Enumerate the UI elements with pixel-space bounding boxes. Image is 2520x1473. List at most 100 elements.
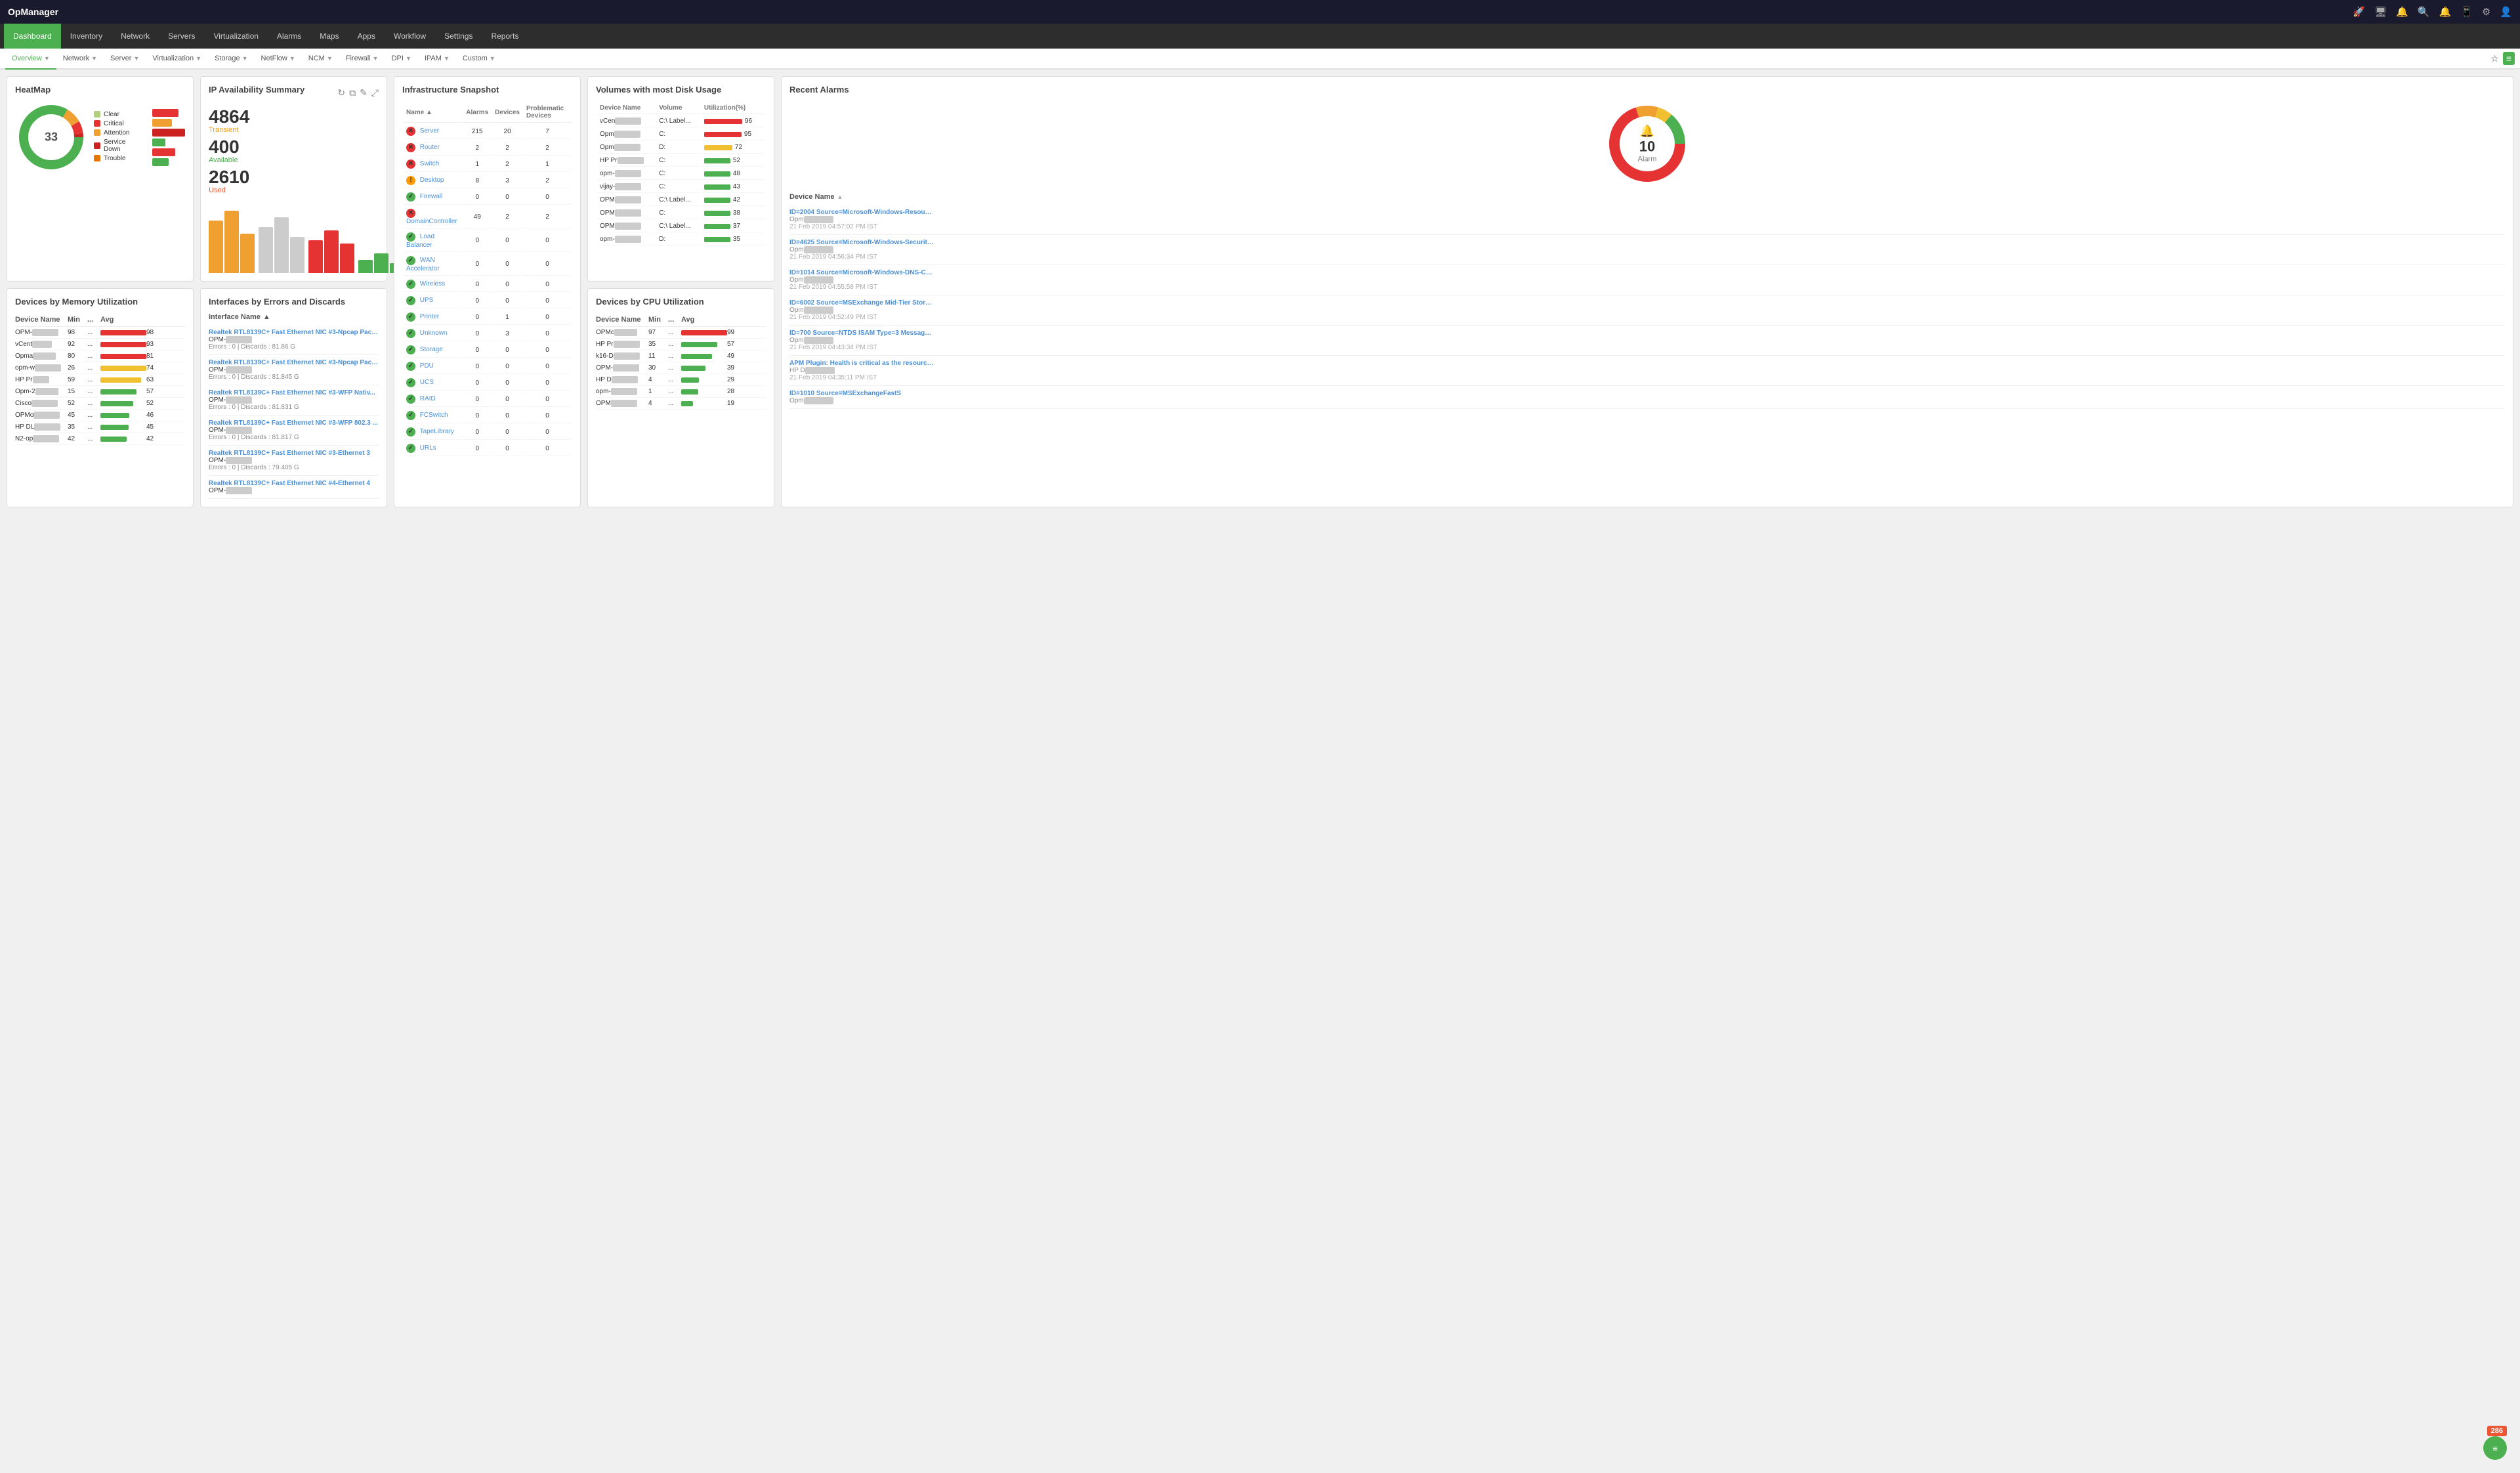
iface-sort-arrow[interactable]: ▲ [263,313,270,321]
iface-name[interactable]: Realtek RTL8139C+ Fast Ethernet NIC #3-W… [209,419,379,427]
sub-item-dpi[interactable]: DPI ▼ [385,49,418,70]
alarm-sort-arrow[interactable]: ▲ [837,194,843,200]
disk-table-row[interactable]: HP Prxxxxxxxx C: 52 [597,155,765,167]
edit-icon[interactable]: ✎ [360,87,368,98]
alarm-item[interactable]: ID=4625 Source=Microsoft-Windows-Securit… [789,235,2505,265]
cpu-row[interactable]: HP Prxxxxxxxx 35 ... 57 [596,339,766,351]
infra-table-row[interactable]: ! Desktop 8 3 2 [404,173,571,188]
sub-item-netflow[interactable]: NetFlow ▼ [255,49,302,70]
device-name[interactable]: Desktop [420,177,444,184]
disk-table-row[interactable]: Opmxxxxxxxx C: 95 [597,129,765,140]
monitor-icon[interactable]: 🖥 [2374,6,2387,18]
memory-row[interactable]: Opm-2xxxxxxx 15 ... 57 [15,386,185,398]
infra-table-row[interactable]: ✓ Unknown 0 3 0 [404,326,571,341]
iface-row[interactable]: Realtek RTL8139C+ Fast Ethernet NIC #3-N… [209,355,379,385]
device-name[interactable]: Router [420,144,440,151]
alarm-id[interactable]: ID=1014 Source=Microsoft-Windows-DNS-Cli… [789,269,934,276]
infra-table-row[interactable]: ✓ Printer 0 1 0 [404,310,571,325]
disk-table-row[interactable]: opm-xxxxxxxx C: 48 [597,168,765,180]
alarm-id[interactable]: APM Plugin: Health is critical as the re… [789,360,934,367]
disk-table-row[interactable]: opm-xxxxxxxx D: 35 [597,234,765,245]
alarm-item[interactable]: ID=1014 Source=Microsoft-Windows-DNS-Cli… [789,265,2505,295]
disk-table-row[interactable]: OPMxxxxxxxx C:\ Label... 37 [597,221,765,232]
alarm-item[interactable]: ID=700 Source=NTDS ISAM Type=3 Message=N… [789,326,2505,356]
iface-row[interactable]: Realtek RTL8139C+ Fast Ethernet NIC #3-E… [209,446,379,476]
infra-table-row[interactable]: ✓ FCSwitch 0 0 0 [404,408,571,423]
cpu-row[interactable]: OPM-xxxxxxxx 30 ... 39 [596,362,766,374]
iface-row[interactable]: Realtek RTL8139C+ Fast Ethernet NIC #3-N… [209,325,379,355]
nav-item-virtualization[interactable]: Virtualization [204,24,267,49]
sub-item-storage[interactable]: Storage ▼ [208,49,254,70]
memory-row[interactable]: OPM-xxxxxxxx 98 ... 98 [15,327,185,339]
memory-row[interactable]: Ciscoxxxxxxxx 52 ... 52 [15,398,185,410]
iface-row[interactable]: Realtek RTL8139C+ Fast Ethernet NIC #4-E… [209,476,379,499]
nav-item-dashboard[interactable]: Dashboard [4,24,61,49]
disk-table-row[interactable]: vCenxxxxxxxx C:\ Label... 96 [597,116,765,127]
device-name[interactable]: FCSwitch [420,412,448,419]
iface-name[interactable]: Realtek RTL8139C+ Fast Ethernet NIC #3-E… [209,450,379,457]
memory-row[interactable]: Opmaxxxxxxx 80 ... 81 [15,351,185,362]
nav-item-alarms[interactable]: Alarms [268,24,310,49]
disk-table-row[interactable]: vijay-xxxxxxxx C: 43 [597,181,765,193]
nav-item-apps[interactable]: Apps [348,24,385,49]
user-icon[interactable]: 👤 [2500,6,2512,18]
copy-icon[interactable]: ⧉ [349,87,356,98]
alarm-item[interactable]: APM Plugin: Health is critical as the re… [789,356,2505,386]
device-name[interactable]: Printer [420,313,439,320]
infra-table-row[interactable]: ✕ DomainController 49 2 2 [404,206,571,228]
alarm-id[interactable]: ID=700 Source=NTDS ISAM Type=3 Message=N… [789,330,934,337]
iface-name[interactable]: Realtek RTL8139C+ Fast Ethernet NIC #3-W… [209,389,379,396]
iface-name[interactable]: Realtek RTL8139C+ Fast Ethernet NIC #3-N… [209,359,379,366]
search-icon[interactable]: 🔍 [2418,6,2430,18]
device-name[interactable]: Server [420,127,439,135]
alarm-item[interactable]: ID=1010 Source=MSExchangeFastS Opmxxxxxx… [789,386,2505,409]
disk-table-row[interactable]: Opmxxxxxxxx D: 72 [597,142,765,154]
memory-row[interactable]: vCentxxxxxx 92 ... 93 [15,339,185,351]
memory-row[interactable]: HP Prxxxxx 59 ... 63 [15,374,185,386]
infra-table-row[interactable]: ✕ Router 2 2 2 [404,140,571,156]
device-name[interactable]: DomainController [406,218,457,225]
device-name[interactable]: TapeLibrary [420,428,454,435]
device-name[interactable]: Firewall [420,193,442,200]
disk-table-row[interactable]: OPMxxxxxxxx C:\ Label... 42 [597,194,765,206]
device-name[interactable]: Storage [420,346,443,353]
sub-item-firewall[interactable]: Firewall ▼ [339,49,385,70]
infra-table-row[interactable]: ✓ Storage 0 0 0 [404,343,571,358]
overlay-badge[interactable]: ≡ [2483,1436,2507,1460]
alarm-id[interactable]: ID=6002 Source=MSExchange Mid-Tier Stora… [789,299,934,307]
bell-icon[interactable]: 🔔 [2396,6,2408,18]
sort-icon[interactable]: ▲ [426,109,432,116]
refresh-icon[interactable]: ↻ [337,87,345,98]
iface-row[interactable]: Realtek RTL8139C+ Fast Ethernet NIC #3-W… [209,385,379,416]
nav-item-workflow[interactable]: Workflow [385,24,435,49]
devices-icon[interactable]: 📱 [2460,6,2473,18]
alarm-id[interactable]: ID=1010 Source=MSExchangeFastS [789,390,934,397]
rocket-icon[interactable]: 🚀 [2353,6,2365,18]
nav-item-network[interactable]: Network [112,24,159,49]
memory-row[interactable]: OPMoxxxxxxxx 45 ... 46 [15,410,185,421]
nav-item-settings[interactable]: Settings [435,24,482,49]
infra-table-row[interactable]: ✓ Load Balancer 0 0 0 [404,230,571,252]
nav-item-maps[interactable]: Maps [310,24,348,49]
sub-item-ncm[interactable]: NCM ▼ [302,49,339,70]
nav-item-inventory[interactable]: Inventory [61,24,112,49]
infra-table-row[interactable]: ✓ TapeLibrary 0 0 0 [404,425,571,440]
iface-name[interactable]: Realtek RTL8139C+ Fast Ethernet NIC #3-N… [209,329,379,336]
memory-row[interactable]: N2-opxxxxxxxx 42 ... 42 [15,433,185,445]
infra-table-row[interactable]: ✓ PDU 0 0 0 [404,359,571,374]
alarm-item[interactable]: ID=2004 Source=Microsoft-Windows-Resourc… [789,205,2505,235]
notification-icon[interactable]: 🔔 [2439,6,2451,18]
infra-table-row[interactable]: ✕ Switch 1 2 1 [404,157,571,172]
sub-item-network[interactable]: Network ▼ [56,49,104,70]
cpu-row[interactable]: k16-Dxxxxxxxx 11 ... 49 [596,351,766,362]
infra-table-row[interactable]: ✓ RAID 0 0 0 [404,392,571,407]
device-name[interactable]: RAID [420,395,436,402]
sub-item-server[interactable]: Server ▼ [104,49,146,70]
disk-table-row[interactable]: OPMxxxxxxxx C: 38 [597,207,765,219]
infra-table-row[interactable]: ✓ UCS 0 0 0 [404,375,571,391]
sub-item-ipam[interactable]: IPAM ▼ [418,49,456,70]
cpu-row[interactable]: OPMxxxxxxxx 4 ... 19 [596,398,766,410]
sub-item-overview[interactable]: Overview ▼ [5,49,56,70]
settings-icon[interactable]: ⚙ [2482,6,2490,18]
memory-row[interactable]: opm-wxxxxxxxx 26 ... 74 [15,362,185,374]
